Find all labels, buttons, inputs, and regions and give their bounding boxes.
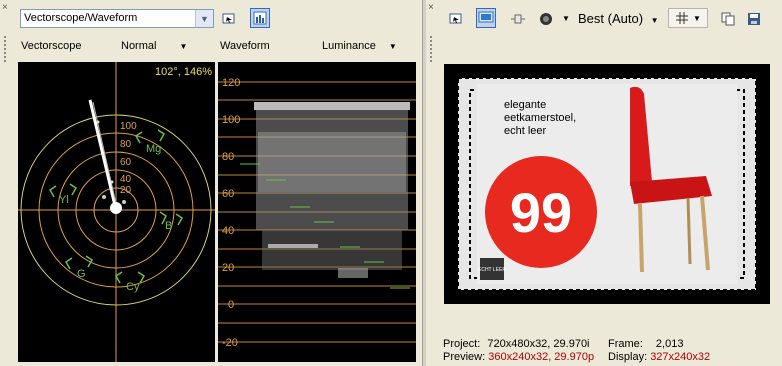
waveform-tick-60: 60 <box>222 188 234 200</box>
preview-value: 360x240x32, 29.970p <box>488 351 595 363</box>
drag-handle[interactable] <box>4 36 6 64</box>
scopes-panel: × Vectorscope/Waveform ▼ Vectorscope Nor… <box>0 0 423 366</box>
preview-label: Preview: <box>443 351 486 363</box>
video-preview[interactable]: 99 elegante eetkamerstoel, echt leer ECH… <box>444 64 770 304</box>
vectorscope-label: Vectorscope <box>21 40 82 52</box>
project-value: 720x480x32, 29.970i <box>487 338 590 350</box>
waveform-mode-dropdown[interactable]: Luminance ▼ <box>322 40 397 52</box>
waveform-display: 120 100 80 60 40 20 0 -20 <box>218 62 416 362</box>
preview-quality-dropdown[interactable]: Best (Auto) ▼ <box>578 11 659 26</box>
save-snapshot-icon[interactable] <box>744 9 764 29</box>
waveform-tick-40: 40 <box>222 225 234 237</box>
close-icon[interactable]: × <box>2 3 8 13</box>
waveform-label: Waveform <box>220 40 270 52</box>
waveform-tick-0: 0 <box>228 299 234 311</box>
display-value: 327x240x32 <box>650 351 711 363</box>
badge-text: ECHT LEER <box>478 267 506 273</box>
project-label: Project: <box>443 338 481 350</box>
vectorscope-mode-value: Normal <box>121 40 157 52</box>
ring-label: 60 <box>120 157 132 168</box>
settings-icon[interactable] <box>219 9 239 29</box>
target-label-cy: Cy <box>126 281 140 293</box>
waveform-tick-100: 100 <box>222 114 240 126</box>
settings-icon[interactable] <box>446 9 466 29</box>
chevron-down-icon[interactable]: ▼ <box>562 14 570 23</box>
ad-line-1: elegante <box>504 99 546 111</box>
price: 99 <box>510 181 572 244</box>
chevron-down-icon: ▼ <box>693 13 701 23</box>
waveform-tick-120: 120 <box>222 77 240 89</box>
frame-value: 2,013 <box>655 338 684 350</box>
chevron-down-icon[interactable]: ▼ <box>195 10 213 27</box>
vectorscope-readout: 102°, 146% <box>155 66 212 78</box>
target-label-g: G <box>77 268 86 280</box>
waveform-mode-value: Luminance <box>322 40 376 52</box>
frame-label: Frame: <box>608 338 643 350</box>
display-label: Display: <box>608 351 648 363</box>
drag-handle[interactable] <box>430 36 432 64</box>
grid-toggle[interactable]: ▼ <box>668 8 708 28</box>
ad-line-3: echt leer <box>504 125 547 137</box>
ring-label: 20 <box>120 185 132 196</box>
waveform-trace <box>254 102 410 278</box>
copy-snapshot-icon[interactable] <box>718 9 738 29</box>
waveform-tick-20: 20 <box>222 262 234 274</box>
vectorscope-mode-dropdown[interactable]: Normal ▼ <box>121 40 187 52</box>
vectorscope-display: 102°, 146% 100 80 60 40 20 Mg R Yl B G C… <box>18 62 215 362</box>
waveform-tick-neg20: -20 <box>222 337 238 349</box>
ring-label: 40 <box>120 174 132 185</box>
target-label-yl: Yl <box>59 194 69 206</box>
close-icon[interactable]: × <box>428 3 434 13</box>
external-monitor-icon[interactable] <box>476 8 496 28</box>
scope-selector[interactable]: Vectorscope/Waveform ▼ <box>20 9 214 28</box>
waveform-tick-80: 80 <box>222 151 234 163</box>
target-label-mg: Mg <box>146 143 161 155</box>
scope-selector-value: Vectorscope/Waveform <box>24 12 138 24</box>
chevron-down-icon: ▼ <box>388 42 397 51</box>
split-screen-icon[interactable] <box>508 9 528 29</box>
overlays-icon[interactable] <box>536 9 556 29</box>
ring-label: 100 <box>120 121 137 132</box>
ad-line-2: eetkamerstoel, <box>504 112 576 124</box>
chevron-down-icon: ▼ <box>179 42 188 51</box>
preview-quality-value: Best (Auto) <box>578 11 644 26</box>
update-scopes-icon[interactable] <box>250 8 270 28</box>
grid-icon <box>676 12 689 24</box>
target-label-b: B <box>165 220 172 232</box>
chevron-down-icon: ▼ <box>650 16 659 25</box>
ring-label: 80 <box>120 139 132 150</box>
